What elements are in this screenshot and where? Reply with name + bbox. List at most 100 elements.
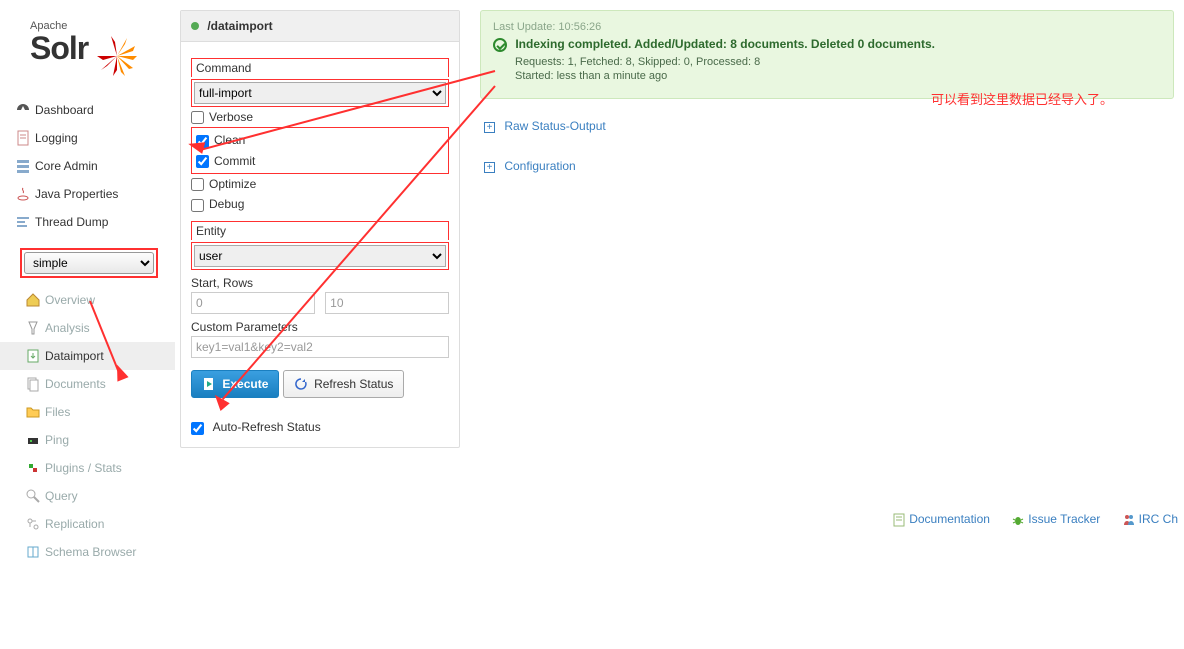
threads-icon bbox=[15, 214, 31, 230]
debug-row: Debug bbox=[191, 194, 449, 214]
nav-thread-dump[interactable]: Thread Dump bbox=[0, 208, 175, 236]
button-row: Execute Refresh Status bbox=[191, 370, 449, 399]
expand-icon: + bbox=[484, 122, 495, 133]
folder-icon bbox=[25, 404, 41, 420]
command-label: Command bbox=[191, 58, 449, 77]
entity-select[interactable]: user bbox=[194, 245, 446, 267]
core-nav-schema-label: Schema Browser bbox=[45, 545, 136, 559]
dataimport-form: Command full-import Verbose Clean Commit… bbox=[181, 42, 459, 408]
core-nav-plugins[interactable]: Plugins / Stats bbox=[0, 454, 175, 482]
core-nav-overview-label: Overview bbox=[45, 293, 95, 307]
core-nav-files[interactable]: Files bbox=[0, 398, 175, 426]
dataimport-title: /dataimport bbox=[207, 19, 272, 33]
annotation-text: 可以看到这里数据已经导入了。 bbox=[931, 89, 1113, 108]
core-nav-query[interactable]: Query bbox=[0, 482, 175, 510]
status-box: Last Update: 10:56:26 Indexing completed… bbox=[480, 10, 1174, 99]
core-nav-ping[interactable]: Ping bbox=[0, 426, 175, 454]
refresh-icon bbox=[294, 377, 308, 391]
verbose-checkbox[interactable] bbox=[191, 111, 204, 124]
core-nav-ping-label: Ping bbox=[45, 433, 69, 447]
doc-icon bbox=[892, 513, 906, 527]
issue-tracker-link[interactable]: Issue Tracker bbox=[1011, 512, 1100, 526]
nav-logging[interactable]: Logging bbox=[0, 124, 175, 152]
status-started: Started: less than a minute ago bbox=[493, 70, 1161, 82]
commit-label: Commit bbox=[214, 154, 255, 168]
core-selector-highlight: simple bbox=[20, 248, 158, 278]
stack-icon bbox=[15, 158, 31, 174]
core-nav-dataimport[interactable]: Dataimport bbox=[0, 342, 175, 370]
raw-status-toggle[interactable]: + Raw Status-Output bbox=[480, 113, 1174, 139]
core-nav-query-label: Query bbox=[45, 489, 78, 503]
solr-logo: Apache Solr bbox=[0, 0, 175, 86]
refresh-button[interactable]: Refresh Status bbox=[283, 370, 405, 399]
gauge-icon bbox=[15, 102, 31, 118]
core-nav-replication[interactable]: Replication bbox=[0, 510, 175, 538]
core-nav-schema[interactable]: Schema Browser bbox=[0, 538, 175, 566]
status-panel: Last Update: 10:56:26 Indexing completed… bbox=[480, 10, 1174, 179]
people-icon bbox=[1122, 513, 1136, 527]
check-circle-icon bbox=[493, 38, 507, 52]
configuration-toggle[interactable]: + Configuration bbox=[480, 153, 1174, 179]
status-last-update: Last Update: 10:56:26 bbox=[493, 21, 1161, 33]
sun-icon bbox=[97, 36, 137, 76]
nav-core-admin[interactable]: Core Admin bbox=[0, 152, 175, 180]
core-nav-documents[interactable]: Documents bbox=[0, 370, 175, 398]
rows-input[interactable] bbox=[325, 292, 449, 314]
optimize-checkbox[interactable] bbox=[191, 178, 204, 191]
commit-row: Commit bbox=[196, 151, 444, 171]
plugin-icon bbox=[25, 460, 41, 476]
clean-commit-highlight: Clean Commit bbox=[191, 127, 449, 174]
documentation-link[interactable]: Documentation bbox=[892, 512, 990, 526]
nav-dashboard[interactable]: Dashboard bbox=[0, 96, 175, 124]
optimize-label: Optimize bbox=[209, 177, 256, 191]
status-headline: Indexing completed. Added/Updated: 8 doc… bbox=[515, 37, 935, 51]
core-nav-files-label: Files bbox=[45, 405, 70, 419]
core-nav-analysis[interactable]: Analysis bbox=[0, 314, 175, 342]
main-nav: Dashboard Logging Core Admin Java Proper… bbox=[0, 96, 175, 236]
auto-refresh-label: Auto-Refresh Status bbox=[213, 420, 321, 434]
nav-core-admin-label: Core Admin bbox=[35, 159, 98, 173]
custom-params-label: Custom Parameters bbox=[191, 320, 449, 334]
core-selector-container: simple bbox=[20, 248, 165, 278]
irc-link[interactable]: IRC Ch bbox=[1122, 512, 1178, 526]
nav-dashboard-label: Dashboard bbox=[35, 103, 94, 117]
logo-solr: Solr bbox=[30, 30, 88, 66]
core-nav-dataimport-label: Dataimport bbox=[45, 349, 104, 363]
execute-icon bbox=[202, 377, 216, 391]
refresh-button-label: Refresh Status bbox=[314, 377, 393, 391]
dataimport-panel: /dataimport Command full-import Verbose … bbox=[180, 10, 460, 448]
core-nav-documents-label: Documents bbox=[45, 377, 106, 391]
replication-icon bbox=[25, 516, 41, 532]
configuration-label: Configuration bbox=[504, 159, 575, 173]
core-nav-plugins-label: Plugins / Stats bbox=[45, 461, 122, 475]
custom-params-input[interactable] bbox=[191, 336, 449, 358]
entity-label: Entity bbox=[191, 221, 449, 240]
verbose-label: Verbose bbox=[209, 110, 253, 124]
core-selector[interactable]: simple bbox=[24, 252, 154, 274]
auto-refresh-row: Auto-Refresh Status bbox=[181, 408, 459, 446]
sidebar: Apache Solr Dashboard Logging Core Admin… bbox=[0, 0, 175, 649]
status-detail: Requests: 1, Fetched: 8, Skipped: 0, Pro… bbox=[493, 56, 1161, 68]
glass-icon bbox=[25, 320, 41, 336]
core-nav-overview[interactable]: Overview bbox=[0, 286, 175, 314]
start-input[interactable] bbox=[191, 292, 315, 314]
documentation-label: Documentation bbox=[909, 512, 990, 526]
nav-java-props-label: Java Properties bbox=[35, 187, 118, 201]
auto-refresh-checkbox[interactable] bbox=[191, 422, 204, 435]
nav-logging-label: Logging bbox=[35, 131, 78, 145]
status-headline-row: Indexing completed. Added/Updated: 8 doc… bbox=[493, 37, 1161, 52]
expand-icon: + bbox=[484, 162, 495, 173]
document-icon bbox=[15, 130, 31, 146]
java-icon bbox=[15, 186, 31, 202]
ping-icon bbox=[25, 432, 41, 448]
book-icon bbox=[25, 544, 41, 560]
nav-thread-dump-label: Thread Dump bbox=[35, 215, 108, 229]
commit-checkbox[interactable] bbox=[196, 155, 209, 168]
footer-links: Documentation Issue Tracker IRC Ch bbox=[874, 512, 1178, 527]
issue-tracker-label: Issue Tracker bbox=[1028, 512, 1100, 526]
core-nav-analysis-label: Analysis bbox=[45, 321, 90, 335]
nav-java-props[interactable]: Java Properties bbox=[0, 180, 175, 208]
debug-checkbox[interactable] bbox=[191, 199, 204, 212]
irc-label: IRC Ch bbox=[1139, 512, 1178, 526]
home-icon bbox=[25, 292, 41, 308]
